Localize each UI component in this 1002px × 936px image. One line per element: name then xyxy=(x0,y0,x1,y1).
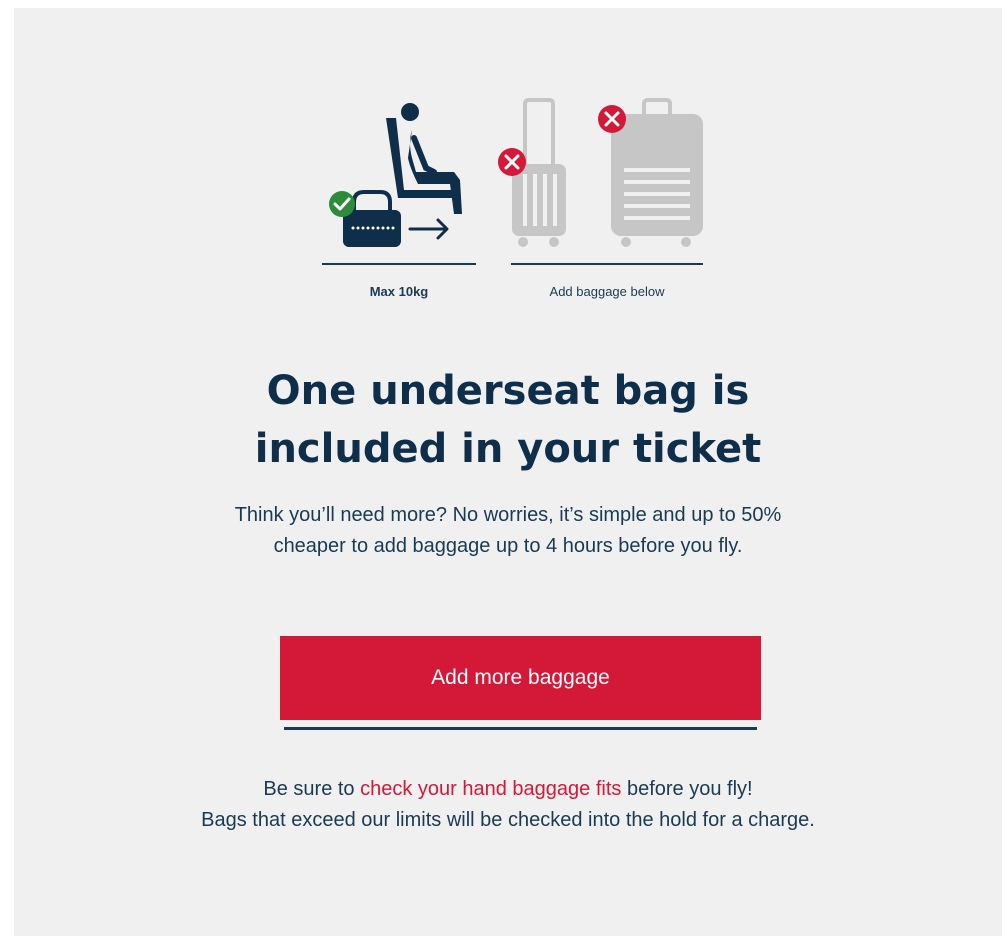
arrow-right-icon xyxy=(408,218,449,240)
cabin-suitcase-icon xyxy=(512,98,566,247)
cross-icon xyxy=(498,148,526,176)
extra-baggage-caption: Add baggage below xyxy=(549,284,665,299)
note-prefix: Be sure to xyxy=(263,778,361,800)
baggage-illustration: Max 10kg Add baggage below xyxy=(14,8,1002,328)
check-hand-baggage-link[interactable]: check your hand baggage fits xyxy=(360,778,621,800)
underseat-caption: Max 10kg xyxy=(369,284,429,299)
cta-container: Add more baggage xyxy=(280,636,761,732)
extra-baggage-divider xyxy=(511,263,703,265)
intro-line-1: Think you’ll need more? No worries, it’s… xyxy=(234,504,782,526)
add-more-baggage-button[interactable]: Add more baggage xyxy=(280,636,761,720)
page-title: One underseat bag is included in your ti… xyxy=(14,362,1002,478)
cta-underline xyxy=(284,727,757,730)
note-line-2: Bags that exceed our limits will be chec… xyxy=(201,809,815,831)
check-icon xyxy=(329,191,355,217)
baggage-info-card: Max 10kg Add baggage below One underseat… xyxy=(14,8,1002,936)
seated-passenger-icon xyxy=(386,103,462,214)
underseat-divider xyxy=(322,263,476,265)
note-suffix: before you fly! xyxy=(621,778,753,800)
intro-line-2: cheaper to add baggage up to 4 hours bef… xyxy=(273,535,743,557)
title-line-1: One underseat bag is xyxy=(266,368,750,414)
intro-text: Think you’ll need more? No worries, it’s… xyxy=(14,500,1002,562)
cross-icon xyxy=(598,105,626,133)
title-line-2: included in your ticket xyxy=(254,426,762,472)
hand-baggage-note: Be sure to check your hand baggage fits … xyxy=(14,774,1002,836)
